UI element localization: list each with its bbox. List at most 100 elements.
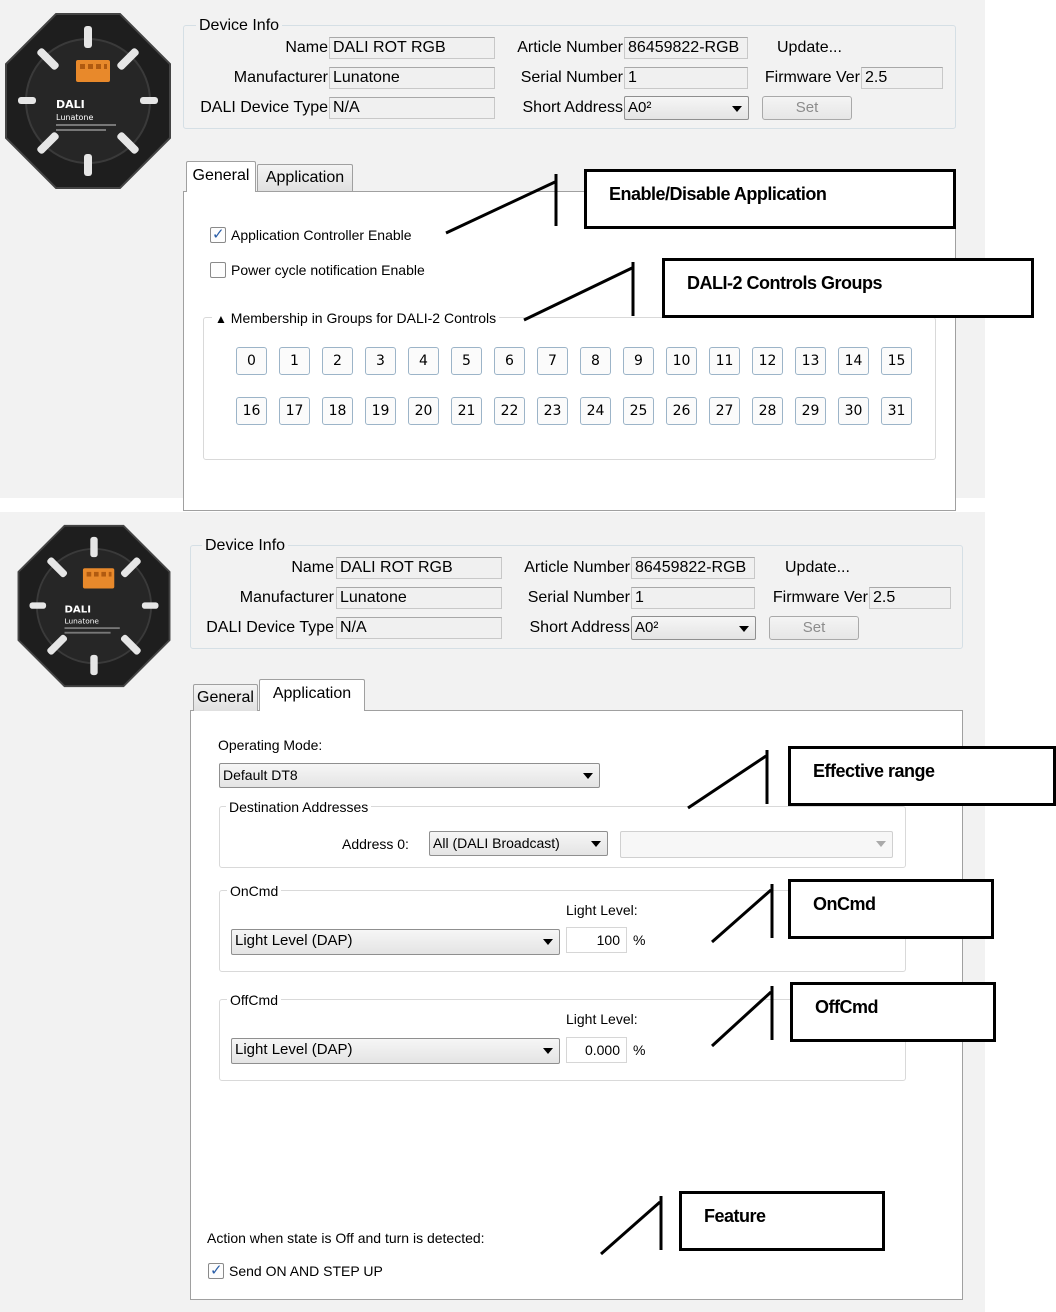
short-address-dropdown[interactable]: A0² — [631, 616, 756, 640]
name-field[interactable]: DALI ROT RGB — [336, 557, 502, 579]
groups-legend[interactable]: ▲ Membership in Groups for DALI-2 Contro… — [212, 310, 500, 327]
svg-text:Lunatone: Lunatone — [56, 113, 93, 122]
address0-dropdown[interactable]: All (DALI Broadcast) — [429, 831, 608, 856]
address0-secondary-dropdown[interactable] — [620, 831, 893, 858]
address0-label: Address 0: — [342, 836, 409, 852]
group-button-1[interactable]: 1 — [279, 347, 310, 375]
group-button-5[interactable]: 5 — [451, 347, 482, 375]
group-button-19[interactable]: 19 — [365, 397, 396, 425]
operating-mode-value: Default DT8 — [223, 767, 298, 783]
group-button-29[interactable]: 29 — [795, 397, 826, 425]
operating-mode-dropdown[interactable]: Default DT8 — [219, 763, 600, 788]
group-button-31[interactable]: 31 — [881, 397, 912, 425]
manufacturer-field[interactable]: Lunatone — [329, 67, 495, 89]
oncmd-legend: OnCmd — [227, 883, 282, 899]
oncmd-level-input[interactable]: 100 — [566, 927, 627, 953]
group-button-0[interactable]: 0 — [236, 347, 267, 375]
group-button-11[interactable]: 11 — [709, 347, 740, 375]
group-button-30[interactable]: 30 — [838, 397, 869, 425]
set-button[interactable]: Set — [762, 96, 852, 120]
group-button-10[interactable]: 10 — [666, 347, 697, 375]
chevron-down-icon — [583, 773, 593, 779]
connector-icon — [82, 568, 115, 589]
article-number-field[interactable]: 86459822-RGB — [631, 557, 755, 579]
group-button-16[interactable]: 16 — [236, 397, 267, 425]
group-button-27[interactable]: 27 — [709, 397, 740, 425]
offcmd-unit: % — [633, 1042, 646, 1058]
annotation-effective-range: Effective range — [788, 746, 1056, 806]
chevron-down-icon — [591, 841, 601, 847]
name-label: Name — [285, 39, 328, 56]
set-button[interactable]: Set — [769, 616, 859, 640]
serial-number-field[interactable]: 1 — [631, 587, 755, 609]
annotation-offcmd: OffCmd — [790, 982, 996, 1042]
device-image: DALI Lunatone — [17, 524, 171, 688]
firmware-label: Firmware Ver — [772, 589, 868, 606]
serial-number-label: Serial Number — [527, 589, 630, 606]
send-on-step-up-checkbox[interactable] — [208, 1261, 224, 1279]
group-button-23[interactable]: 23 — [537, 397, 568, 425]
offcmd-dropdown[interactable]: Light Level (DAP) — [231, 1038, 560, 1064]
svg-text:Lunatone: Lunatone — [65, 617, 100, 626]
general-tab-screenshot: DALI Lunatone Device Info Name DALI ROT … — [0, 0, 1056, 511]
destination-addresses-legend: Destination Addresses — [226, 799, 372, 815]
firmware-field[interactable]: 2.5 — [869, 587, 951, 609]
manufacturer-label: Manufacturer — [239, 589, 334, 606]
group-button-12[interactable]: 12 — [752, 347, 783, 375]
svg-text:DALI: DALI — [65, 604, 91, 615]
group-button-28[interactable]: 28 — [752, 397, 783, 425]
group-button-13[interactable]: 13 — [795, 347, 826, 375]
manufacturer-field[interactable]: Lunatone — [336, 587, 502, 609]
chevron-down-icon — [732, 106, 742, 112]
tab-general[interactable]: General — [193, 684, 258, 711]
group-button-6[interactable]: 6 — [494, 347, 525, 375]
annotation-feature: Feature — [679, 1191, 885, 1251]
collapse-arrow-icon: ▲ — [215, 312, 227, 326]
device-type-field[interactable]: N/A — [336, 617, 502, 639]
firmware-field[interactable]: 2.5 — [861, 67, 943, 89]
chevron-down-icon — [543, 939, 553, 945]
device-type-field[interactable]: N/A — [329, 97, 495, 119]
tab-application[interactable]: Application — [257, 164, 353, 191]
group-button-14[interactable]: 14 — [838, 347, 869, 375]
update-button[interactable]: Update... — [777, 38, 842, 58]
annotation-dali2-groups: DALI-2 Controls Groups — [662, 258, 1034, 318]
group-button-18[interactable]: 18 — [322, 397, 353, 425]
app-controller-enable-label: Application Controller Enable — [231, 227, 412, 243]
oncmd-dropdown[interactable]: Light Level (DAP) — [231, 929, 560, 955]
group-button-20[interactable]: 20 — [408, 397, 439, 425]
name-field[interactable]: DALI ROT RGB — [329, 37, 495, 59]
tab-application[interactable]: Application — [259, 679, 365, 711]
offcmd-value: Light Level (DAP) — [235, 1041, 353, 1058]
offcmd-level-input[interactable]: 0.000 — [566, 1037, 627, 1063]
article-number-field[interactable]: 86459822-RGB — [624, 37, 748, 59]
group-button-7[interactable]: 7 — [537, 347, 568, 375]
device-type-label: DALI Device Type — [206, 619, 334, 636]
group-button-21[interactable]: 21 — [451, 397, 482, 425]
group-button-15[interactable]: 15 — [881, 347, 912, 375]
groups-group — [203, 317, 936, 460]
group-button-3[interactable]: 3 — [365, 347, 396, 375]
group-button-4[interactable]: 4 — [408, 347, 439, 375]
power-cycle-enable-checkbox[interactable] — [210, 262, 226, 278]
short-address-dropdown[interactable]: A0² — [624, 96, 749, 120]
group-button-17[interactable]: 17 — [279, 397, 310, 425]
group-button-22[interactable]: 22 — [494, 397, 525, 425]
connector-icon — [76, 60, 110, 82]
manufacturer-label: Manufacturer — [233, 69, 328, 86]
group-button-26[interactable]: 26 — [666, 397, 697, 425]
group-button-2[interactable]: 2 — [322, 347, 353, 375]
device-info-legend: Device Info — [196, 17, 283, 35]
chevron-down-icon — [739, 626, 749, 632]
article-number-label: Article Number — [517, 39, 623, 56]
group-button-24[interactable]: 24 — [580, 397, 611, 425]
serial-number-field[interactable]: 1 — [624, 67, 748, 89]
group-button-9[interactable]: 9 — [623, 347, 654, 375]
annotation-enable-disable: Enable/Disable Application — [584, 169, 956, 229]
annotation-oncmd: OnCmd — [788, 879, 994, 939]
group-button-25[interactable]: 25 — [623, 397, 654, 425]
group-button-8[interactable]: 8 — [580, 347, 611, 375]
app-controller-enable-checkbox[interactable] — [210, 225, 226, 243]
update-button[interactable]: Update... — [785, 558, 850, 578]
tab-general[interactable]: General — [186, 161, 256, 192]
